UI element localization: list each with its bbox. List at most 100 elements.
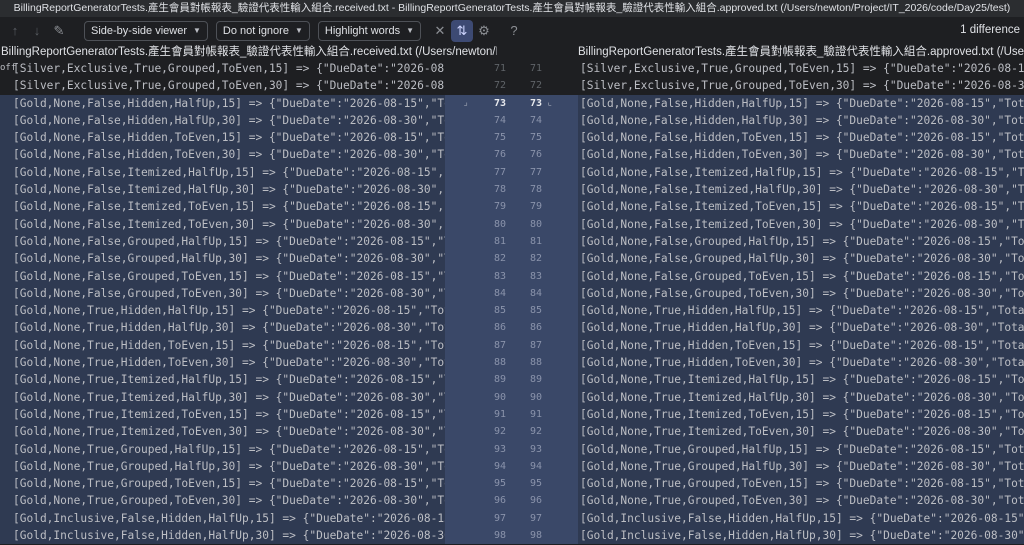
- right-code-line[interactable]: [Gold,None,True,Grouped,ToEven,15] => {"…: [578, 475, 1024, 493]
- left-code-line[interactable]: [Gold,None,False,Hidden,HalfUp,30] => {"…: [0, 111, 445, 130]
- right-code-line[interactable]: [Gold,None,True,Hidden,HalfUp,15] => {"D…: [578, 302, 1024, 320]
- right-code-line[interactable]: [Gold,None,True,Itemized,HalfUp,15] => {…: [578, 371, 1024, 389]
- left-code-line[interactable]: [Gold,None,False,Hidden,ToEven,30] => {"…: [0, 146, 445, 164]
- right-code-line[interactable]: [Gold,None,False,Itemized,HalfUp,30] => …: [578, 181, 1024, 199]
- line-number-text: 82: [493, 253, 506, 265]
- right-code-line[interactable]: [Silver,Exclusive,True,Grouped,ToEven,30…: [578, 77, 1024, 94]
- help-icon[interactable]: ?: [503, 20, 525, 42]
- right-code-line[interactable]: [Gold,None,False,Hidden,HalfUp,30] => {"…: [578, 111, 1024, 130]
- right-code-line[interactable]: [Gold,None,True,Itemized,HalfUp,30] => {…: [578, 388, 1024, 406]
- line-number-text: 75: [493, 132, 506, 144]
- left-code-line[interactable]: [Gold,None,False,Itemized,HalfUp,15] => …: [0, 163, 445, 182]
- right-line-number: 72: [510, 77, 578, 94]
- right-code-line[interactable]: [Gold,None,False,Itemized,HalfUp,15] => …: [578, 163, 1024, 182]
- line-number-text: 74: [493, 114, 506, 126]
- left-code-line[interactable]: [Gold,None,False,Grouped,ToEven,15] => {…: [0, 267, 445, 285]
- sync-scroll-icon[interactable]: ⇅: [451, 19, 473, 42]
- right-line-number: 91: [510, 405, 578, 424]
- right-line-number: 78: [510, 181, 578, 199]
- left-line-number: 79: [445, 198, 510, 216]
- left-code-line[interactable]: [Gold,None,True,Hidden,HalfUp,30] => {"D…: [0, 319, 445, 337]
- right-code-line[interactable]: [Gold,None,True,Hidden,ToEven,15] => {"D…: [578, 336, 1024, 355]
- right-code-line[interactable]: [Gold,None,False,Grouped,ToEven,15] => {…: [578, 267, 1024, 285]
- right-code-line[interactable]: [Gold,None,False,Grouped,HalfUp,15] => {…: [578, 232, 1024, 251]
- right-code-line[interactable]: [Gold,None,False,Itemized,ToEven,15] => …: [578, 198, 1024, 216]
- left-code-line[interactable]: [Gold,None,False,Grouped,HalfUp,15] => {…: [0, 232, 445, 251]
- right-code-line[interactable]: [Gold,None,False,Grouped,HalfUp,30] => {…: [578, 250, 1024, 268]
- left-code-line[interactable]: [Gold,None,True,Grouped,HalfUp,15] => {"…: [0, 440, 445, 458]
- right-line-number: 73 ⌞: [510, 94, 578, 112]
- left-line-number: 77: [445, 163, 510, 182]
- line-number-text: 97: [493, 512, 506, 524]
- left-editor-pane[interactable]: off [Silver,Exclusive,True,Grouped,ToEve…: [0, 60, 445, 545]
- left-code-line[interactable]: [Gold,None,False,Grouped,HalfUp,30] => {…: [0, 250, 445, 268]
- left-code-line[interactable]: [Gold,None,False,Itemized,ToEven,30] => …: [0, 215, 445, 233]
- right-code-line[interactable]: [Gold,None,False,Grouped,ToEven,30] => {…: [578, 284, 1024, 303]
- line-number-text: 85: [530, 305, 543, 317]
- left-line-number: 75: [445, 129, 510, 147]
- line-number-text: 80: [493, 218, 506, 230]
- viewer-mode-dropdown[interactable]: Side-by-side viewer ▼: [84, 20, 208, 41]
- left-code-line[interactable]: [Gold,None,True,Grouped,HalfUp,30] => {"…: [0, 457, 445, 476]
- right-editor-pane[interactable]: [Silver,Exclusive,True,Grouped,ToEven,15…: [578, 60, 1024, 545]
- right-code-line[interactable]: [Gold,Inclusive,False,Hidden,HalfUp,15] …: [578, 509, 1024, 528]
- left-line-number: 88: [445, 354, 510, 372]
- left-code-line[interactable]: [Gold,None,True,Grouped,ToEven,15] => {"…: [0, 475, 445, 493]
- left-code-line[interactable]: [Gold,None,True,Itemized,ToEven,30] => {…: [0, 423, 445, 441]
- right-code-line[interactable]: [Gold,Inclusive,False,Hidden,HalfUp,30] …: [578, 527, 1024, 545]
- right-code-line[interactable]: [Gold,None,True,Itemized,ToEven,15] => {…: [578, 405, 1024, 424]
- line-number-text: 88: [530, 357, 543, 369]
- diff-toolbar: ↑ ↓ ✎ Side-by-side viewer ▼ Do not ignor…: [0, 17, 1024, 44]
- right-line-number: 89: [510, 371, 578, 389]
- next-difference-icon[interactable]: ↓: [26, 20, 48, 42]
- right-code-line[interactable]: [Gold,None,False,Itemized,ToEven,30] => …: [578, 215, 1024, 233]
- left-code-line[interactable]: [Gold,Inclusive,False,Hidden,HalfUp,30] …: [0, 527, 445, 545]
- left-line-number: 97: [445, 509, 510, 528]
- right-code-line[interactable]: [Gold,None,True,Hidden,HalfUp,30] => {"D…: [578, 319, 1024, 337]
- left-code-line[interactable]: [Silver,Exclusive,True,Grouped,ToEven,15…: [0, 60, 445, 77]
- right-code-line[interactable]: [Gold,None,True,Grouped,ToEven,30] => {"…: [578, 492, 1024, 510]
- left-code-line[interactable]: [Gold,None,True,Hidden,ToEven,15] => {"D…: [0, 336, 445, 355]
- line-number-text: 89: [493, 374, 506, 386]
- gear-icon[interactable]: ⚙: [473, 20, 495, 42]
- left-line-number: 90: [445, 388, 510, 406]
- edit-source-icon[interactable]: ✎: [48, 20, 70, 42]
- left-code-line[interactable]: [Gold,None,False,Itemized,HalfUp,30] => …: [0, 181, 445, 199]
- left-code-line[interactable]: [Gold,None,True,Itemized,HalfUp,30] => {…: [0, 388, 445, 406]
- left-code-line[interactable]: [Gold,Inclusive,False,Hidden,HalfUp,15] …: [0, 509, 445, 528]
- left-line-number: 83: [445, 267, 510, 285]
- right-code-line[interactable]: [Gold,None,False,Hidden,ToEven,30] => {"…: [578, 146, 1024, 164]
- right-code-line[interactable]: [Gold,None,True,Grouped,HalfUp,15] => {"…: [578, 440, 1024, 458]
- previous-difference-icon[interactable]: ↑: [4, 20, 26, 42]
- collapse-unchanged-icon[interactable]: ✕: [429, 20, 451, 42]
- right-code-line[interactable]: [Gold,None,True,Grouped,HalfUp,30] => {"…: [578, 457, 1024, 476]
- left-code-line[interactable]: [Silver,Exclusive,True,Grouped,ToEven,30…: [0, 77, 445, 94]
- left-code-line[interactable]: [Gold,None,True,Itemized,HalfUp,15] => {…: [0, 371, 445, 389]
- left-code-line[interactable]: [Gold,None,False,Hidden,HalfUp,15] => {"…: [0, 94, 445, 112]
- left-code-line[interactable]: [Gold,None,True,Grouped,ToEven,30] => {"…: [0, 492, 445, 510]
- left-code-line[interactable]: [Gold,None,True,Itemized,ToEven,15] => {…: [0, 405, 445, 424]
- diff-editor: off [Silver,Exclusive,True,Grouped,ToEve…: [0, 60, 1024, 545]
- left-code-line[interactable]: [Gold,None,True,Hidden,HalfUp,15] => {"D…: [0, 302, 445, 320]
- right-line-number: 88: [510, 354, 578, 372]
- right-code-line[interactable]: [Gold,None,False,Hidden,ToEven,15] => {"…: [578, 129, 1024, 147]
- right-code-line[interactable]: [Gold,None,True,Hidden,ToEven,30] => {"D…: [578, 354, 1024, 372]
- left-code-line[interactable]: [Gold,None,False,Grouped,ToEven,30] => {…: [0, 284, 445, 303]
- right-code-line[interactable]: [Gold,None,False,Hidden,HalfUp,15] => {"…: [578, 94, 1024, 112]
- window-title: BillingReportGeneratorTests.產生會員對帳報表_驗證代…: [0, 0, 1024, 17]
- left-code-line[interactable]: [Gold,None,False,Hidden,ToEven,15] => {"…: [0, 129, 445, 147]
- right-code-line[interactable]: [Gold,None,True,Itemized,ToEven,30] => {…: [578, 423, 1024, 441]
- left-code-line[interactable]: [Gold,None,True,Hidden,ToEven,30] => {"D…: [0, 354, 445, 372]
- highlight-mode-dropdown[interactable]: Highlight words ▼: [317, 20, 421, 41]
- ignore-whitespace-dropdown[interactable]: Do not ignore ▼: [215, 20, 310, 41]
- line-number-text: 73: [530, 97, 543, 109]
- left-line-number: 94: [445, 457, 510, 476]
- change-marker-icon[interactable]: ⌞: [547, 95, 552, 112]
- off-label: off: [0, 63, 17, 73]
- line-number-text: 96: [493, 495, 506, 507]
- right-code-line[interactable]: [Silver,Exclusive,True,Grouped,ToEven,15…: [578, 60, 1024, 77]
- line-number-text: 88: [493, 357, 506, 369]
- left-code-line[interactable]: [Gold,None,False,Itemized,ToEven,15] => …: [0, 198, 445, 216]
- change-marker-icon[interactable]: ⌟: [463, 95, 468, 112]
- line-number-text: 85: [493, 305, 506, 317]
